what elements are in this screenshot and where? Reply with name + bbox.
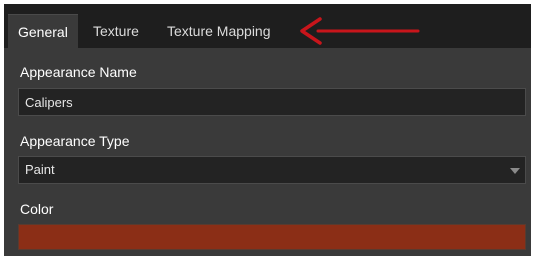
tab-bar: General Texture Texture Mapping	[4, 4, 531, 48]
chevron-down-icon	[510, 168, 520, 174]
tab-texture-mapping[interactable]: Texture Mapping	[167, 14, 271, 48]
appearance-type-select[interactable]: Paint	[18, 156, 526, 184]
red-arrow-annotation-icon	[300, 17, 420, 45]
appearance-properties-panel: General Texture Texture Mapping Appearan…	[4, 4, 531, 256]
tab-general[interactable]: General	[8, 14, 78, 48]
color-label: Color	[20, 201, 54, 217]
appearance-name-input[interactable]	[18, 88, 526, 116]
appearance-type-label: Appearance Type	[20, 133, 130, 149]
appearance-name-label: Appearance Name	[20, 64, 137, 80]
tab-texture[interactable]: Texture	[93, 14, 139, 48]
appearance-type-value: Paint	[25, 162, 55, 177]
color-swatch[interactable]	[18, 224, 526, 250]
